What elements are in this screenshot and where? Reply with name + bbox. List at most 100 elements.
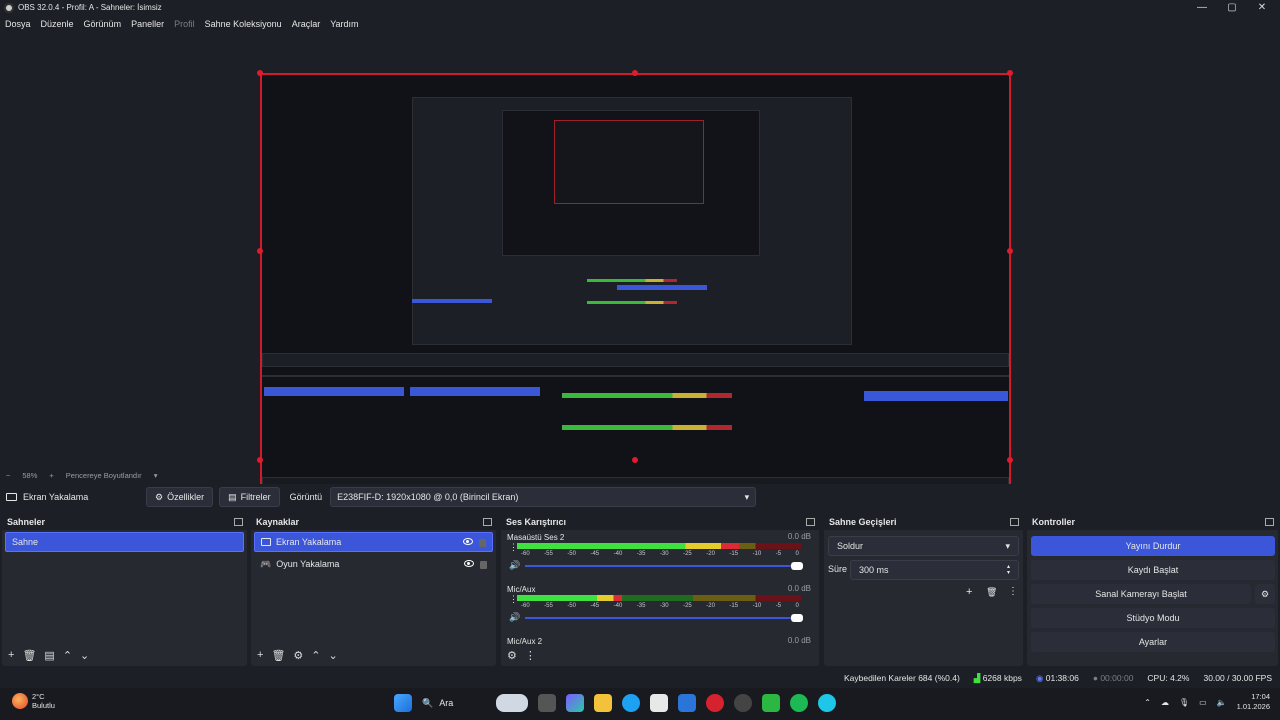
resize-handle-bl[interactable] [257,457,263,463]
source-item-game-capture[interactable]: 🎮 Oyun Yakalama [254,554,493,574]
clock[interactable]: 17:04 1.01.2026 [1237,692,1270,712]
meter-tick-label: -55 [544,603,553,609]
menu-edit[interactable]: Düzenle [41,19,74,29]
zoom-in-button[interactable]: + [49,471,53,480]
resize-handle-t[interactable] [632,70,638,76]
file-explorer-icon[interactable] [594,694,612,712]
menu-profile[interactable]: Profil [174,19,195,29]
start-virtual-camera-button[interactable]: Sanal Kamerayı Başlat [1031,584,1251,604]
visibility-icon[interactable] [464,559,474,567]
undock-icon[interactable] [1010,518,1019,526]
chevron-up-icon[interactable]: ⌃ [1144,698,1151,707]
resize-handle-l[interactable] [257,248,263,254]
chevron-down-icon[interactable]: ▾ [154,471,158,480]
lock-icon[interactable] [480,560,487,569]
volume-slider[interactable] [525,562,803,570]
spotify-icon[interactable] [790,694,808,712]
lock-icon[interactable] [479,538,486,547]
trash-icon[interactable]: 🗑 [22,649,36,662]
minimize-button[interactable]: — [1186,0,1218,15]
maximize-button[interactable]: ▢ [1216,0,1248,15]
scale-mode-dropdown[interactable]: Pencereye Boyutlandır [66,471,142,480]
properties-button[interactable]: ⚙ Özellikler [146,487,214,507]
resize-handle-tl[interactable] [257,70,263,76]
microphone-icon[interactable]: 🎙 [1179,698,1189,707]
move-up-icon[interactable]: ⌃ [63,649,72,662]
tray-app-icon[interactable]: ☁ [1161,698,1169,707]
opera-icon[interactable] [706,694,724,712]
cloud-widget-icon[interactable] [496,694,528,712]
studio-mode-button[interactable]: Stüdyo Modu [1031,608,1275,628]
xbox-app-icon[interactable] [762,694,780,712]
volume-slider[interactable] [525,614,803,622]
close-button[interactable]: ✕ [1246,0,1278,15]
move-down-icon[interactable]: ⌄ [80,649,89,662]
zoom-out-button[interactable]: − [6,471,10,480]
edge-icon[interactable] [622,694,640,712]
store-icon[interactable] [650,694,668,712]
scenes-dock: Sahneler Sahne + 🗑 ▤ ⌃ ⌄ [2,514,247,666]
add-icon[interactable]: + [966,586,972,598]
resize-handle-tr[interactable] [1007,70,1013,76]
add-icon[interactable]: + [8,649,14,661]
undock-icon[interactable] [806,518,815,526]
mixer-settings-icon[interactable]: ⚙ [507,649,517,662]
source-item-screen-capture[interactable]: Ekran Yakalama [254,532,493,552]
preview-area[interactable] [0,33,1280,495]
transition-select[interactable]: Soldur ▾ [828,536,1019,556]
add-icon[interactable]: + [257,649,263,661]
menu-help[interactable]: Yardım [330,19,358,29]
obs-taskbar-icon[interactable] [734,694,752,712]
undock-icon[interactable] [1265,518,1274,526]
gear-icon: ⚙ [155,491,164,502]
menu-scene-collection[interactable]: Sahne Koleksiyonu [205,19,282,29]
visibility-icon[interactable] [463,537,473,545]
move-up-icon[interactable]: ⌃ [311,649,320,662]
menu-view[interactable]: Görünüm [84,19,122,29]
chrome-icon[interactable] [818,694,836,712]
filters-button[interactable]: ▤ Filtreler [219,487,280,507]
trash-icon[interactable]: 🗑 [271,649,285,662]
trash-icon[interactable]: 🗑 [986,587,997,598]
broadcast-icon: ◉ [1035,672,1044,683]
zoom-level: 58% [22,470,38,480]
volume-icon[interactable]: 🔈 [1217,698,1227,707]
spinner-icon[interactable]: ▴ ▾ [1007,564,1010,576]
preview-canvas[interactable] [260,73,1011,495]
windows-start-icon[interactable] [394,694,412,712]
menu-file[interactable]: Dosya [5,19,31,29]
scene-item[interactable]: Sahne [5,532,244,552]
stop-stream-button[interactable]: Yayını Durdur [1031,536,1275,556]
copilot-icon[interactable] [566,694,584,712]
move-down-icon[interactable]: ⌄ [329,649,338,662]
task-view-icon[interactable] [538,694,556,712]
taskbar-search[interactable]: 🔍 Ara [422,694,486,712]
virtual-camera-settings-button[interactable]: ⚙ [1255,584,1275,604]
filter-icon[interactable]: ▤ [44,649,54,662]
more-vertical-icon[interactable]: ⋮ [525,649,536,662]
resize-handle-br[interactable] [1007,457,1013,463]
speaker-icon[interactable]: 🔊 [509,560,520,571]
menu-tools[interactable]: Araçlar [292,19,321,29]
weather-widget[interactable]: 2°C Bulutlu [12,692,55,710]
display-select[interactable]: E238FIF-D: 1920x1080 @ 0,0 (Birincil Ekr… [330,487,757,507]
channel-db: 0.0 dB [787,584,811,593]
slider-handle[interactable] [791,562,803,570]
meter-tick-label: 0 [795,551,799,557]
resize-handle-r[interactable] [1007,248,1013,254]
slider-handle[interactable] [791,614,803,622]
duration-field[interactable]: 300 ms ▴ ▾ [850,560,1019,580]
undock-icon[interactable] [483,518,492,526]
search-icon: 🔍 [422,697,434,708]
undock-icon[interactable] [234,518,243,526]
speaker-icon[interactable]: 🔊 [509,612,520,623]
settings-button[interactable]: Ayarlar [1031,632,1275,652]
meter-tick-label: -20 [706,551,715,557]
start-recording-button[interactable]: Kaydı Başlat [1031,560,1275,580]
display-icon[interactable]: ▭ [1199,698,1207,707]
gear-icon[interactable]: ⚙ [293,649,303,662]
menu-docks[interactable]: Paneller [131,19,164,29]
resize-handle-b[interactable] [632,457,638,463]
more-vertical-icon[interactable]: ⋮ [1008,586,1018,597]
outlook-icon[interactable] [678,694,696,712]
